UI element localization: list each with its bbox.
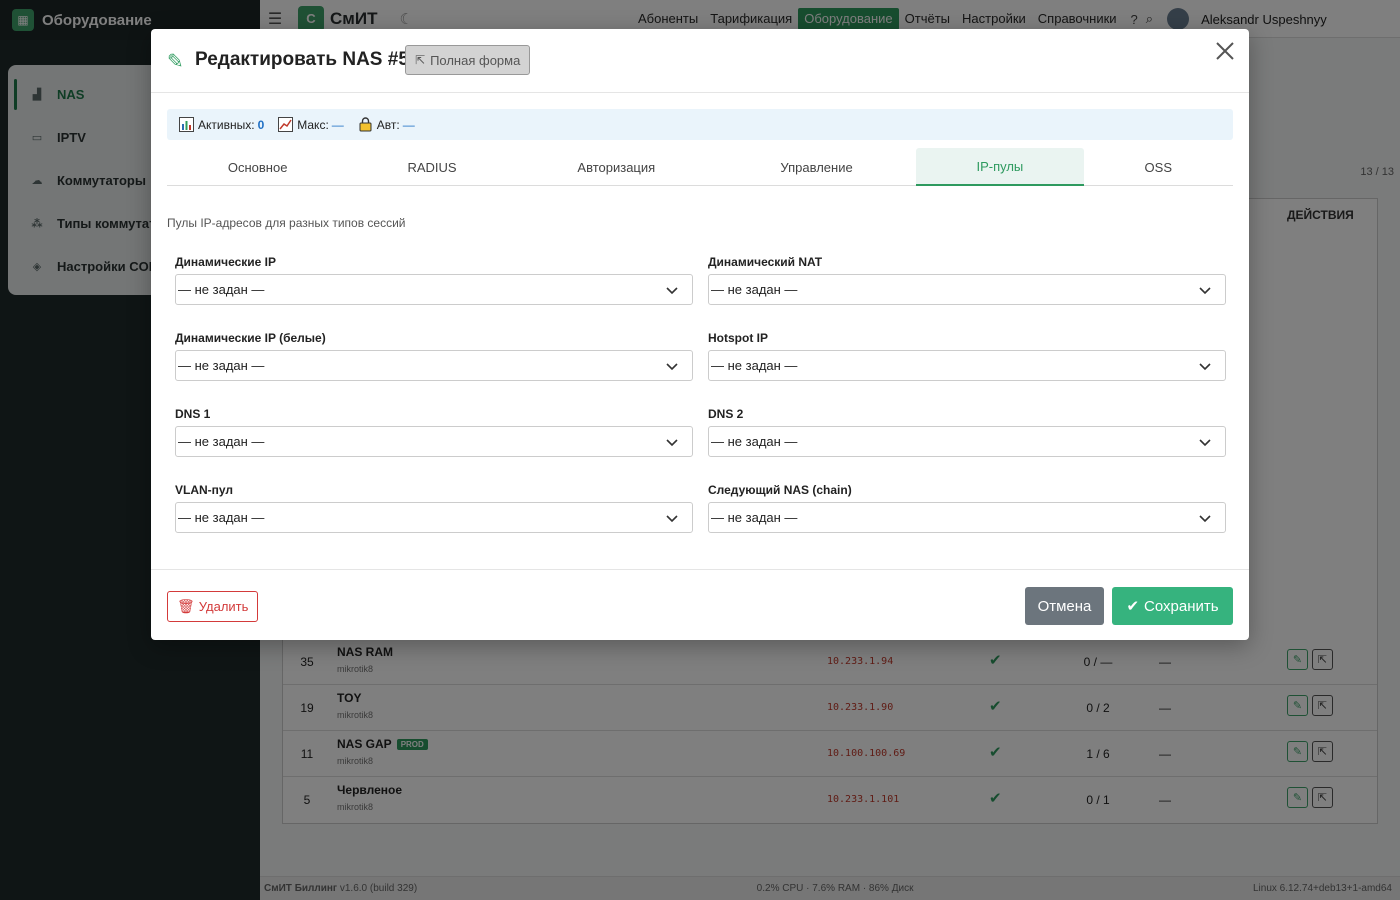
tab-oss[interactable]: OSS [1084,148,1233,186]
field-dynamic-nat: Динамический NAT — не задан — [708,255,1226,305]
delete-button[interactable]: 🗑 Удалить [167,591,259,622]
field-label: DNS 1 [175,407,211,421]
delete-label: Удалить [198,599,249,614]
full-form-label: Полная форма [430,52,521,68]
field-dynamic-ip: Динамические IP — не задан — [175,255,693,305]
field-dns1: DNS 1 — не задан — [175,407,693,457]
select-value: — не задан — [178,510,265,525]
dynamic-ip-white-select[interactable]: — не задан — [175,350,693,381]
next-nas-select[interactable]: — не задан — [708,502,1226,533]
dns2-select[interactable]: — не задан — [708,426,1226,457]
close-icon[interactable] [1213,39,1237,67]
field-hotspot-ip: Hotspot IP — не задан — [708,331,1226,381]
pencil-icon: ✎ [167,51,184,73]
field-label: Hotspot IP [708,331,768,345]
stat-auth: Авт: — [358,117,415,132]
stat-max-value: — [331,117,344,132]
trash-icon: 🗑 [177,598,195,614]
tab-main[interactable]: Основное [167,148,348,186]
chevron-down-icon [666,363,678,371]
select-value: — не задан — [178,282,265,297]
chevron-down-icon [1199,439,1211,447]
field-label: VLAN-пул [175,483,234,497]
select-value: — не задан — [711,434,798,449]
stat-auth-label: Авт: [376,117,400,132]
field-label: Динамический NAT [708,255,823,269]
full-form-button[interactable]: ⇱ Полная форма [405,45,531,75]
stat-active-label: Активных: [198,117,255,132]
select-value: — не задан — [711,282,798,297]
stat-auth-value: — [402,117,415,132]
field-next-nas: Следующий NAS (chain) — не задан — [708,483,1226,533]
lock-icon [359,117,372,132]
field-label: DNS 2 [708,407,744,421]
hotspot-ip-select[interactable]: — не задан — [708,350,1226,381]
vlan-pool-select[interactable]: — не задан — [175,502,693,533]
tab-ip-pools[interactable]: IP-пулы [916,148,1084,186]
chevron-down-icon [666,439,678,447]
edit-nas-modal: ✎ Редактировать NAS #56 ⇱ Полная форма А… [151,29,1249,640]
chevron-down-icon [1199,363,1211,371]
field-label: Динамические IP [175,255,276,269]
section-description: Пулы IP-адресов для разных типов сессий [167,216,406,230]
bar-chart-icon [179,117,194,132]
dynamic-ip-select[interactable]: — не задан — [175,274,693,305]
stat-max-label: Макс: [297,117,329,132]
modal-footer: 🗑 Удалить Отмена ✔ Сохранить [151,569,1249,640]
field-label: Следующий NAS (chain) [708,483,852,497]
dynamic-nat-select[interactable]: — не задан — [708,274,1226,305]
chevron-down-icon [1199,515,1211,523]
save-label: Сохранить [1144,597,1219,615]
modal-header: ✎ Редактировать NAS #56 ⇱ Полная форма [151,29,1249,93]
chevron-down-icon [666,287,678,295]
tab-management[interactable]: Управление [717,148,916,186]
cancel-button[interactable]: Отмена [1025,587,1104,625]
select-value: — не задан — [711,358,798,373]
session-stats-bar: Активных: 0 Макс: — Авт: — [167,109,1233,140]
field-vlan-pool: VLAN-пул — не задан — [175,483,693,533]
select-value: — не задан — [711,510,798,525]
modal-title: Редактировать NAS #56 [195,49,420,70]
chevron-down-icon [1199,287,1211,295]
check-icon: ✔ [1126,598,1140,615]
line-chart-icon [278,117,294,132]
stat-max: Макс: — [278,117,344,132]
tab-authorization[interactable]: Авторизация [516,148,717,186]
stat-active: Активных: 0 [179,117,264,132]
field-dns2: DNS 2 — не задан — [708,407,1226,457]
dns1-select[interactable]: — не задан — [175,426,693,457]
tab-radius[interactable]: RADIUS [348,148,515,186]
save-button[interactable]: ✔ Сохранить [1112,587,1233,625]
stat-active-value: 0 [257,117,265,132]
field-label: Динамические IP (белые) [175,331,326,345]
select-value: — не задан — [178,434,265,449]
open-external-icon: ⇱ [415,53,426,67]
field-dynamic-ip-white: Динамические IP (белые) — не задан — [175,331,693,381]
select-value: — не задан — [178,358,265,373]
modal-tabs: Основное RADIUS Авторизация Управление I… [167,148,1233,186]
chevron-down-icon [666,515,678,523]
